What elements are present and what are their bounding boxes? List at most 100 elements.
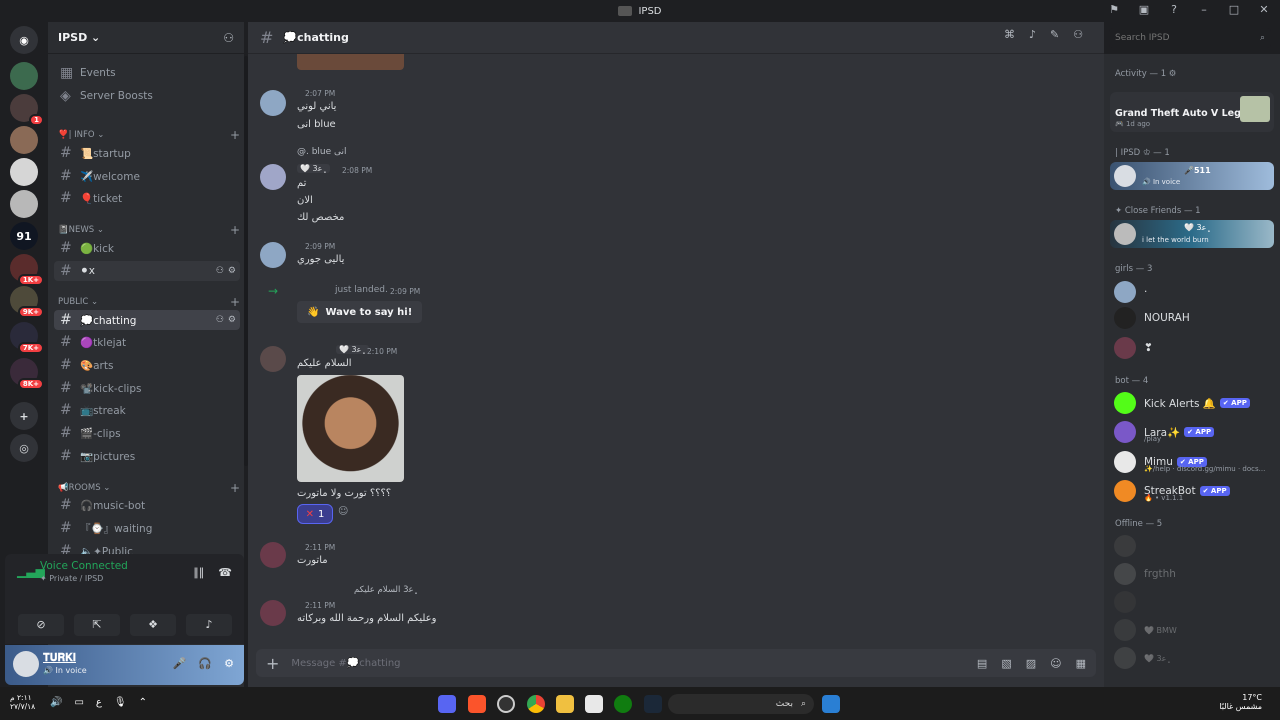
category-rooms[interactable]: 📢Rooms ⌄ + [58, 481, 240, 495]
events-item[interactable]: ▦ Events [54, 63, 240, 83]
add-channel-icon[interactable]: + [230, 295, 240, 309]
channel-x[interactable]: # ⚫x ⚇ ⚙ [54, 261, 240, 281]
emoji-icon[interactable]: ☺ [1050, 657, 1061, 670]
minimize-button[interactable]: – [1196, 2, 1212, 18]
settings-icon[interactable]: ⚙ [228, 315, 236, 325]
settings-icon[interactable]: ⚙ [228, 266, 236, 276]
server-boosts-item[interactable]: ◈ Server Boosts [54, 86, 240, 106]
server-icon[interactable]: 9K+ [10, 286, 44, 318]
server-icon[interactable] [10, 190, 38, 218]
member-item[interactable]: NOURAH [1110, 304, 1278, 332]
avatar[interactable] [260, 242, 286, 268]
channel-arts[interactable]: # 🎨arts [54, 355, 240, 375]
avatar[interactable] [260, 542, 286, 568]
close-button[interactable]: ✕ [1256, 2, 1272, 18]
channel-chatting[interactable]: # 💭chatting ⚇ ⚙ [54, 310, 240, 330]
avatar[interactable] [260, 90, 286, 116]
pin-icon[interactable]: ✎ [1050, 28, 1059, 41]
discord-icon[interactable] [438, 695, 456, 713]
channel-pictures[interactable]: # 📷pictures [54, 446, 240, 466]
search-box[interactable]: ⌕ [1109, 28, 1271, 48]
gear-icon[interactable]: ⚙ [224, 657, 234, 670]
member-item[interactable]: StreakBot ✔ APP 🔥 • v1.1.1 [1110, 477, 1278, 505]
help-icon[interactable]: ? [1166, 2, 1182, 18]
invite-icon[interactable]: ⚇ [216, 315, 224, 325]
voice-status[interactable]: Voice Connected [40, 560, 128, 572]
server-icon[interactable]: 7K+ [10, 322, 44, 354]
server-icon[interactable]: 1K+ [10, 254, 44, 286]
member-item[interactable]: Kick Alerts 🔔 ✔ APP [1110, 389, 1278, 417]
member-item[interactable]: ❣ [1110, 334, 1278, 362]
add-server-icon[interactable]: + [10, 402, 38, 430]
image-attachment[interactable] [297, 375, 404, 482]
avatar[interactable] [260, 346, 286, 372]
channel-welcome[interactable]: # ✈️welcome [54, 166, 240, 186]
avatar[interactable] [13, 651, 39, 677]
mic-icon[interactable]: 🎤 [173, 657, 187, 670]
member-item[interactable]: 🤍 ﮼ﻋ3 i let the world burn [1110, 220, 1274, 248]
category-news[interactable]: 📓NEWS ⌄ + [58, 223, 240, 237]
activity-card[interactable]: Grand Theft Auto V Legacy 🎮 1d ago [1110, 92, 1274, 132]
discover-icon[interactable]: ◎ [10, 434, 38, 462]
keyboard-language[interactable]: ع [96, 697, 102, 708]
inbox-icon[interactable]: ⚑ [1106, 2, 1122, 18]
monitor-icon[interactable]: ▭ [74, 697, 83, 708]
weather-widget[interactable]: 17°C مشمس غالبًا [1219, 693, 1262, 711]
channel-music-bot[interactable]: # 🎧music-bot [54, 495, 240, 515]
voice-location[interactable]: ✦ Private / IPSD [40, 574, 103, 583]
add-member-icon[interactable]: ⚇ [223, 31, 234, 45]
file-explorer-icon[interactable] [556, 695, 574, 713]
reply-reference[interactable]: @. blue انى [297, 147, 347, 157]
add-reaction-icon[interactable]: ☺ [338, 506, 352, 526]
server-icon[interactable]: 1 [10, 94, 44, 126]
gift-icon[interactable]: ▤ [977, 657, 987, 670]
bell-icon[interactable]: ♪ [1029, 28, 1036, 41]
threads-icon[interactable]: ⌘ [1004, 28, 1015, 41]
clock[interactable]: ٢:١١ م ٢٧/٧/١٨ [10, 693, 35, 711]
obs-icon[interactable] [497, 695, 515, 713]
search-input[interactable] [1115, 33, 1245, 43]
add-channel-icon[interactable]: + [230, 223, 240, 237]
previous-image[interactable] [297, 54, 404, 70]
store-icon[interactable] [585, 695, 603, 713]
member-item[interactable]: · [1110, 278, 1278, 306]
member-item[interactable]: 🎤511 🔊 In voice [1110, 162, 1274, 190]
steam-icon[interactable] [644, 695, 662, 713]
channel-startup[interactable]: # 📜startup [54, 143, 240, 163]
reaction-button[interactable]: ✕ 1 [297, 504, 333, 524]
member-item[interactable]: frgthh [1110, 560, 1278, 588]
windows-start-icon[interactable] [822, 695, 840, 713]
avatar[interactable] [260, 600, 286, 626]
activities-button[interactable]: ❖ [130, 614, 176, 636]
add-channel-icon[interactable]: + [230, 128, 240, 142]
xbox-icon[interactable] [614, 695, 632, 713]
add-channel-icon[interactable]: + [230, 481, 240, 495]
camera-off-button[interactable]: ⊘ [18, 614, 64, 636]
share-screen-button[interactable]: ⇱ [74, 614, 120, 636]
channel-waiting[interactable]: # 『⌚』waiting [54, 518, 240, 538]
member-item[interactable]: Mimu ✔ APP ✨/help · discord.gg/mimu · docs… [1110, 448, 1278, 476]
server-icon[interactable] [10, 158, 38, 186]
category-info[interactable]: ❣️| INFO ⌄ + [58, 128, 240, 142]
server-header[interactable]: IPSD ⌄ ⚇ [48, 22, 244, 54]
taskbar-search[interactable]: بحث ⌕ [668, 694, 814, 714]
gif-icon[interactable]: ▧ [1001, 657, 1011, 670]
avatar[interactable] [260, 164, 286, 190]
channel-streak[interactable]: # 📺streak [54, 400, 240, 420]
attach-icon[interactable]: + [266, 654, 279, 673]
discord-home-icon[interactable]: ◉ [10, 26, 38, 54]
server-icon[interactable]: 8K+ [10, 358, 44, 390]
disconnect-icon[interactable]: ☎ [218, 566, 232, 579]
message-input[interactable]: Message #💭chatting [291, 658, 400, 669]
screen-icon[interactable]: ▣ [1136, 2, 1152, 18]
channel-kick-clips[interactable]: # 📽️kick-clips [54, 378, 240, 398]
maximize-button[interactable]: □ [1226, 2, 1242, 18]
channel-tklejat[interactable]: # 🟣tklejat [54, 332, 240, 352]
member-item[interactable]: Lara✨ ✔ APP/play [1110, 418, 1278, 446]
mic-icon[interactable]: 🎙 [114, 697, 127, 708]
headphones-icon[interactable]: 🎧 [198, 657, 212, 670]
member-item[interactable]: 🤍 ﮼ﻋ3 [1110, 644, 1278, 672]
channel-ticket[interactable]: # 🎈ticket [54, 188, 240, 208]
server-icon[interactable]: 91 [10, 222, 38, 250]
member-item[interactable] [1110, 588, 1278, 616]
